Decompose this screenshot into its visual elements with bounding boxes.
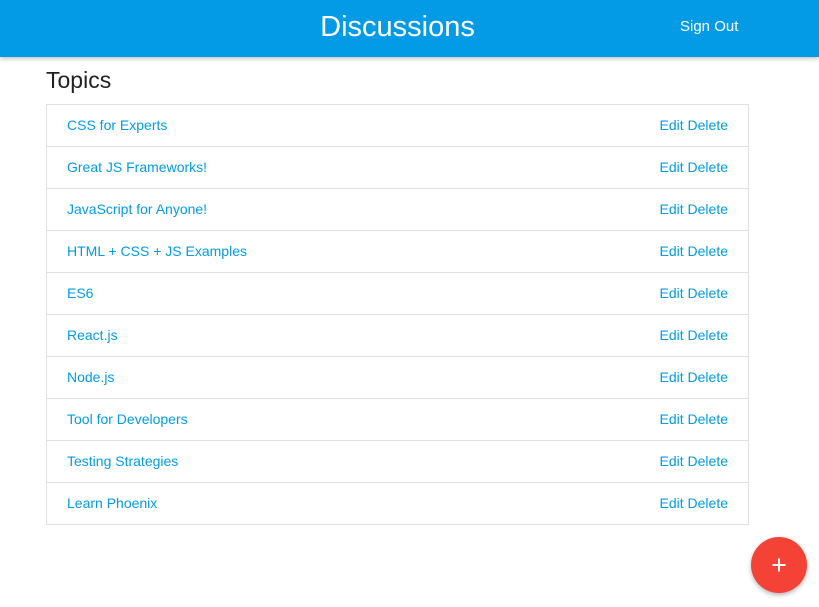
edit-topic-link[interactable]: Edit [660,411,684,427]
edit-topic-link[interactable]: Edit [660,453,684,469]
topic-list-item: Great JS Frameworks! Edit Delete [47,147,748,189]
topic-title-link[interactable]: Learn Phoenix [67,483,157,524]
topic-list-item: Learn Phoenix Edit Delete [47,483,748,524]
edit-topic-link[interactable]: Edit [660,327,684,343]
topic-list-item: Testing Strategies Edit Delete [47,441,748,483]
edit-topic-link[interactable]: Edit [660,201,684,217]
delete-topic-link[interactable]: Delete [688,117,728,133]
topic-title-link[interactable]: React.js [67,315,118,356]
top-navbar: Discussions Sign Out [0,0,819,57]
edit-topic-link[interactable]: Edit [660,243,684,259]
topic-list-item: Node.js Edit Delete [47,357,748,399]
topic-title-link[interactable]: Testing Strategies [67,441,178,482]
delete-topic-link[interactable]: Delete [688,159,728,175]
edit-topic-link[interactable]: Edit [660,117,684,133]
add-topic-button[interactable] [751,537,807,593]
topic-title-link[interactable]: HTML + CSS + JS Examples [67,231,247,272]
delete-topic-link[interactable]: Delete [688,453,728,469]
edit-topic-link[interactable]: Edit [660,285,684,301]
plus-icon [772,558,786,572]
delete-topic-link[interactable]: Delete [688,495,728,511]
delete-topic-link[interactable]: Delete [688,243,728,259]
topic-actions: Edit Delete [660,315,728,356]
delete-topic-link[interactable]: Delete [688,201,728,217]
brand-logo[interactable]: Discussions [0,0,795,57]
topic-list-item: ES6 Edit Delete [47,273,748,315]
sign-out-link[interactable]: Sign Out [680,0,738,57]
topic-title-link[interactable]: JavaScript for Anyone! [67,189,207,230]
topic-list-item: CSS for Experts Edit Delete [47,105,748,147]
topic-actions: Edit Delete [660,399,728,440]
topic-list-item: Tool for Developers Edit Delete [47,399,748,441]
topic-actions: Edit Delete [660,273,728,314]
delete-topic-link[interactable]: Delete [688,411,728,427]
topic-actions: Edit Delete [660,483,728,524]
topic-title-link[interactable]: CSS for Experts [67,105,167,146]
topic-actions: Edit Delete [660,231,728,272]
topic-list-item: HTML + CSS + JS Examples Edit Delete [47,231,748,273]
topic-list-item: JavaScript for Anyone! Edit Delete [47,189,748,231]
edit-topic-link[interactable]: Edit [660,495,684,511]
topic-actions: Edit Delete [660,357,728,398]
topic-actions: Edit Delete [660,105,728,146]
topic-actions: Edit Delete [660,441,728,482]
topic-title-link[interactable]: ES6 [67,273,93,314]
delete-topic-link[interactable]: Delete [688,369,728,385]
page-title: Topics [46,67,112,93]
topic-title-link[interactable]: Node.js [67,357,114,398]
topic-list-item: React.js Edit Delete [47,315,748,357]
delete-topic-link[interactable]: Delete [688,327,728,343]
topic-title-link[interactable]: Great JS Frameworks! [67,147,207,188]
topic-list: CSS for Experts Edit Delete Great JS Frame… [46,104,749,525]
topic-title-link[interactable]: Tool for Developers [67,399,188,440]
edit-topic-link[interactable]: Edit [660,159,684,175]
edit-topic-link[interactable]: Edit [660,369,684,385]
delete-topic-link[interactable]: Delete [688,285,728,301]
topic-actions: Edit Delete [660,147,728,188]
topic-actions: Edit Delete [660,189,728,230]
